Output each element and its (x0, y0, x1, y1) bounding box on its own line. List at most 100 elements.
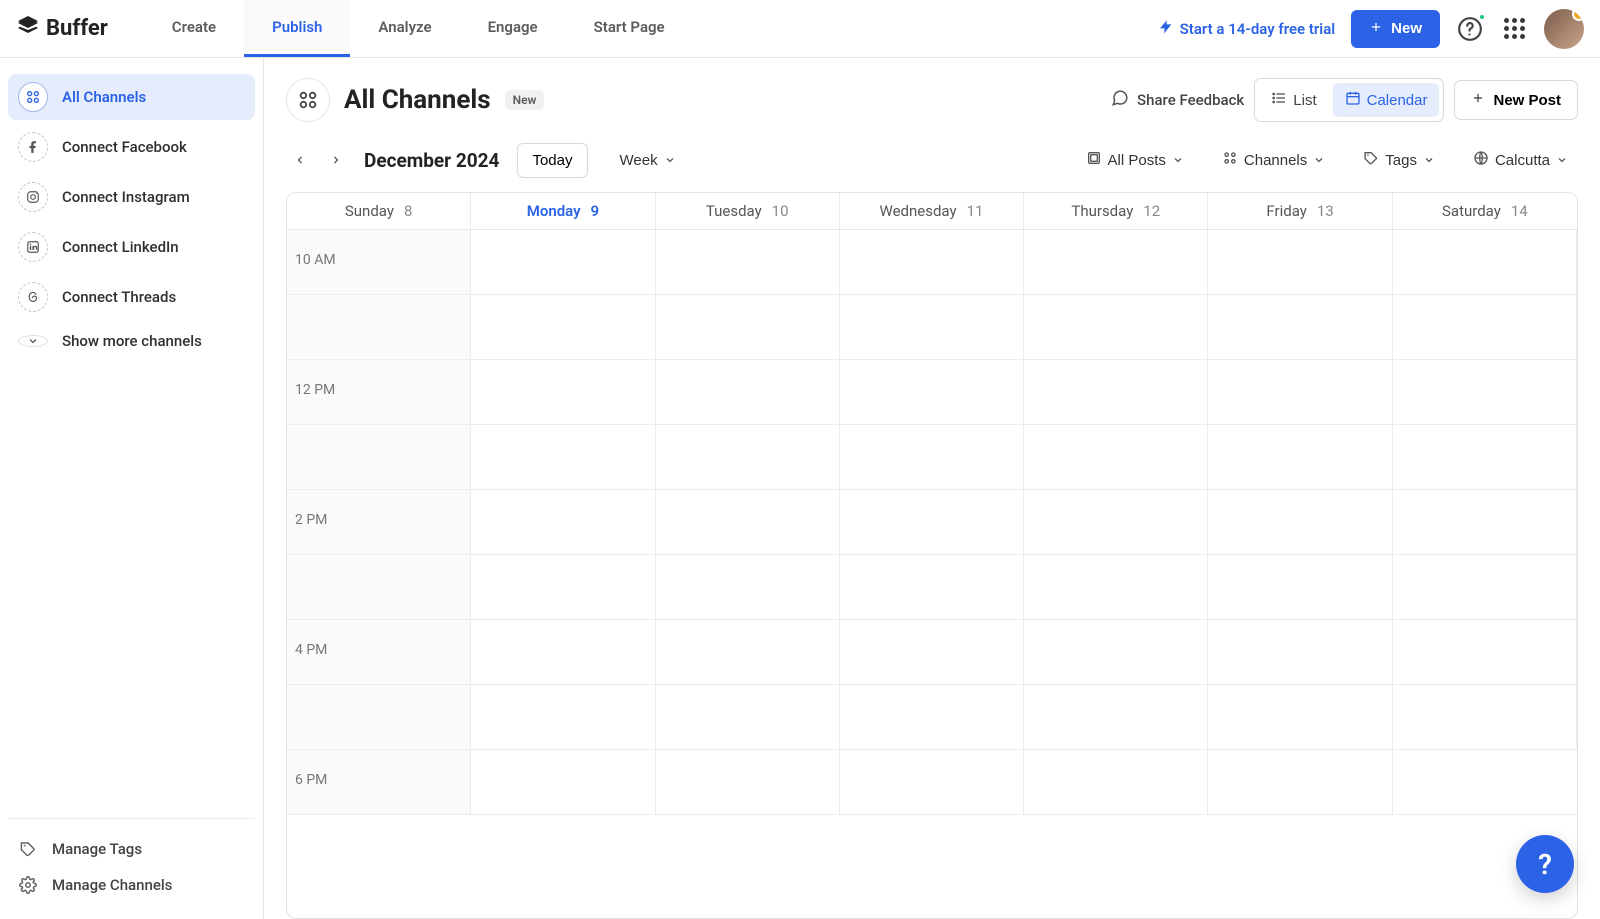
nav-tab-startpage[interactable]: Start Page (566, 0, 693, 57)
sidebar-item-manage-tags[interactable]: Manage Tags (8, 831, 255, 867)
calendar-cell[interactable] (840, 425, 1024, 490)
share-feedback-button[interactable]: Share Feedback (1111, 89, 1244, 111)
nav-tab-create[interactable]: Create (144, 0, 244, 57)
calendar-cell[interactable] (471, 620, 655, 685)
calendar-day-header[interactable]: Friday13 (1208, 193, 1392, 229)
calendar-cell[interactable]: 6 PM (287, 750, 471, 815)
calendar-cell[interactable] (1208, 295, 1392, 360)
calendar-cell[interactable] (1024, 425, 1208, 490)
calendar-cell[interactable] (287, 295, 471, 360)
filter-channels-dropdown[interactable]: Channels (1212, 142, 1335, 178)
calendar-cell[interactable] (1393, 685, 1577, 750)
calendar-day-header[interactable]: Thursday12 (1024, 193, 1208, 229)
nav-tab-analyze[interactable]: Analyze (350, 0, 459, 57)
calendar-cell[interactable] (1208, 425, 1392, 490)
calendar-cell[interactable] (287, 685, 471, 750)
calendar-day-header[interactable]: Sunday8 (287, 193, 471, 229)
calendar-cell[interactable] (656, 685, 840, 750)
calendar-cell[interactable] (471, 490, 655, 555)
calendar-cell[interactable] (471, 555, 655, 620)
view-calendar-button[interactable]: Calendar (1333, 83, 1440, 117)
calendar-cell[interactable] (1024, 750, 1208, 815)
calendar-body[interactable]: 10 AM12 PM2 PM4 PM6 PM (287, 230, 1577, 918)
calendar-cell[interactable] (1208, 620, 1392, 685)
calendar-cell[interactable] (1393, 555, 1577, 620)
calendar-cell[interactable] (1393, 425, 1577, 490)
calendar-cell[interactable] (1208, 555, 1392, 620)
calendar-cell[interactable] (471, 750, 655, 815)
calendar-day-header[interactable]: Tuesday10 (656, 193, 840, 229)
calendar-cell[interactable] (1024, 490, 1208, 555)
calendar-cell[interactable] (656, 295, 840, 360)
calendar-cell[interactable] (1024, 685, 1208, 750)
new-button[interactable]: New (1351, 10, 1440, 48)
calendar-cell[interactable] (656, 360, 840, 425)
calendar-cell[interactable] (1208, 490, 1392, 555)
calendar-cell[interactable] (471, 360, 655, 425)
calendar-day-header[interactable]: Saturday14 (1393, 193, 1577, 229)
filter-posts-dropdown[interactable]: All Posts (1076, 142, 1194, 178)
calendar-cell[interactable] (656, 750, 840, 815)
calendar-cell[interactable] (287, 425, 471, 490)
calendar-cell[interactable] (1024, 295, 1208, 360)
calendar-cell[interactable] (1393, 490, 1577, 555)
range-dropdown[interactable]: Week (610, 144, 686, 177)
calendar-cell[interactable] (1393, 750, 1577, 815)
calendar-cell[interactable] (840, 490, 1024, 555)
calendar-cell[interactable] (1393, 620, 1577, 685)
sidebar-item-instagram[interactable]: Connect Instagram (8, 174, 255, 220)
sidebar-item-threads[interactable]: Connect Threads (8, 274, 255, 320)
calendar-cell[interactable] (1024, 360, 1208, 425)
filter-tags-dropdown[interactable]: Tags (1353, 142, 1445, 178)
calendar-cell[interactable] (1024, 555, 1208, 620)
next-week-button[interactable] (322, 146, 350, 174)
start-trial-link[interactable]: Start a 14-day free trial (1158, 19, 1336, 39)
buffer-logo[interactable]: Buffer (16, 14, 108, 44)
calendar-cell[interactable] (840, 685, 1024, 750)
calendar-cell[interactable] (1393, 295, 1577, 360)
help-fab[interactable]: ? (1516, 835, 1574, 893)
sidebar-item-show-more[interactable]: Show more channels (8, 324, 255, 358)
calendar-cell[interactable] (656, 555, 840, 620)
calendar-cell[interactable] (1208, 685, 1392, 750)
calendar-cell[interactable]: 4 PM (287, 620, 471, 685)
calendar-cell[interactable] (471, 230, 655, 295)
calendar-cell[interactable] (656, 620, 840, 685)
sidebar-item-facebook[interactable]: Connect Facebook (8, 124, 255, 170)
calendar-cell[interactable] (656, 230, 840, 295)
calendar-cell[interactable] (1208, 230, 1392, 295)
calendar-cell[interactable]: 2 PM (287, 490, 471, 555)
calendar-cell[interactable] (1393, 360, 1577, 425)
timezone-dropdown[interactable]: Calcutta (1463, 142, 1578, 178)
sidebar-item-manage-channels[interactable]: Manage Channels (8, 867, 255, 903)
user-avatar[interactable] (1544, 9, 1584, 49)
calendar-cell[interactable] (840, 360, 1024, 425)
sidebar-item-all-channels[interactable]: All Channels (8, 74, 255, 120)
calendar-cell[interactable] (840, 555, 1024, 620)
calendar-cell[interactable] (840, 750, 1024, 815)
calendar-cell[interactable] (287, 555, 471, 620)
calendar-cell[interactable] (840, 230, 1024, 295)
view-list-button[interactable]: List (1259, 83, 1328, 117)
calendar-cell[interactable] (656, 490, 840, 555)
calendar-cell[interactable] (471, 295, 655, 360)
calendar-day-header[interactable]: Wednesday11 (840, 193, 1024, 229)
nav-tab-engage[interactable]: Engage (460, 0, 566, 57)
calendar-cell[interactable] (840, 620, 1024, 685)
calendar-cell[interactable] (656, 425, 840, 490)
calendar-cell[interactable]: 10 AM (287, 230, 471, 295)
apps-menu-button[interactable] (1500, 15, 1528, 43)
calendar-cell[interactable] (1024, 230, 1208, 295)
calendar-cell[interactable] (1393, 230, 1577, 295)
calendar-cell[interactable] (1208, 360, 1392, 425)
prev-week-button[interactable] (286, 146, 314, 174)
new-post-button[interactable]: New Post (1454, 80, 1578, 120)
sidebar-item-linkedin[interactable]: Connect LinkedIn (8, 224, 255, 270)
calendar-cell[interactable] (471, 685, 655, 750)
calendar-cell[interactable] (471, 425, 655, 490)
calendar-day-header[interactable]: Monday9 (471, 193, 655, 229)
nav-tab-publish[interactable]: Publish (244, 0, 350, 57)
calendar-cell[interactable] (1208, 750, 1392, 815)
calendar-cell[interactable] (1024, 620, 1208, 685)
today-button[interactable]: Today (517, 143, 587, 178)
